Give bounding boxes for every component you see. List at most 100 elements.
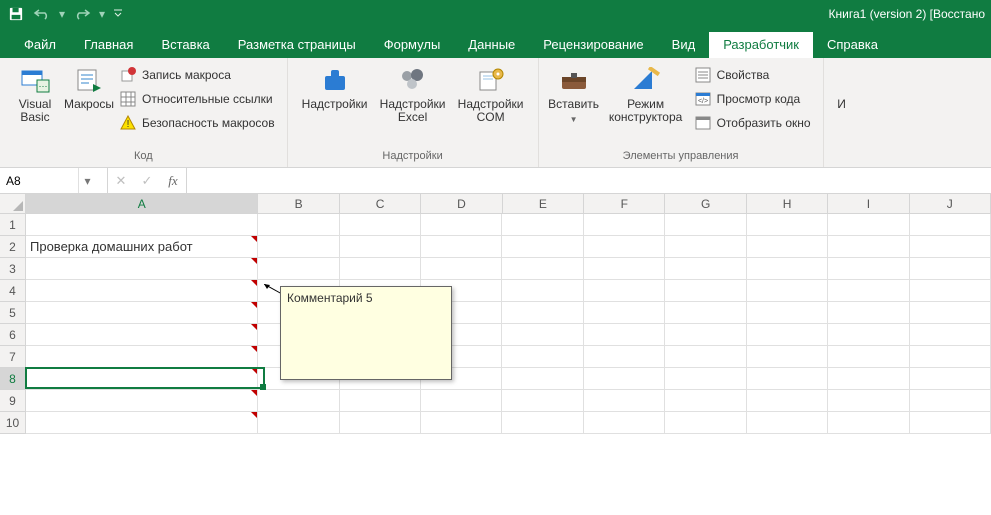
row-header-9[interactable]: 9 (0, 390, 25, 412)
cell[interactable] (747, 236, 828, 258)
row-header-1[interactable]: 1 (0, 214, 25, 236)
cell[interactable] (584, 346, 665, 368)
cell[interactable] (502, 390, 583, 412)
formula-input[interactable] (187, 168, 991, 193)
cell[interactable] (258, 236, 339, 258)
cell-A8[interactable] (26, 368, 258, 390)
col-header-E[interactable]: E (503, 194, 584, 213)
cell[interactable] (584, 302, 665, 324)
cell-A10[interactable] (26, 412, 258, 434)
cell[interactable] (910, 390, 991, 412)
cell[interactable] (747, 346, 828, 368)
cell[interactable] (502, 236, 583, 258)
cell[interactable] (584, 390, 665, 412)
cell[interactable] (502, 302, 583, 324)
macro-security-button[interactable]: ! Безопасность макросов (116, 112, 279, 134)
redo-button[interactable] (70, 3, 94, 25)
cell[interactable] (747, 302, 828, 324)
cell[interactable] (665, 368, 746, 390)
cell[interactable] (828, 302, 909, 324)
excel-addins-button[interactable]: Надстройки Excel (374, 62, 452, 124)
cell[interactable] (747, 390, 828, 412)
cell[interactable] (665, 324, 746, 346)
cell[interactable] (828, 346, 909, 368)
tab-data[interactable]: Данные (454, 32, 529, 58)
worksheet-grid[interactable]: A B C D E F G H I J 1 2 3 4 5 6 7 8 9 10… (0, 194, 991, 515)
comment-box[interactable]: Комментарий 5 (280, 286, 452, 380)
cell[interactable] (584, 412, 665, 434)
cells-area[interactable]: Проверка домашних работ Комментарий 5 (26, 214, 991, 434)
cell[interactable] (665, 236, 746, 258)
cell[interactable] (828, 368, 909, 390)
xml-button-cut[interactable]: И (832, 62, 852, 111)
name-box-input[interactable] (0, 174, 78, 188)
cell[interactable] (340, 390, 421, 412)
tab-pagelayout[interactable]: Разметка страницы (224, 32, 370, 58)
cell[interactable] (828, 280, 909, 302)
row-header-7[interactable]: 7 (0, 346, 25, 368)
save-button[interactable] (4, 3, 28, 25)
cell[interactable] (747, 280, 828, 302)
cell-B1[interactable] (258, 214, 339, 236)
cell[interactable] (828, 412, 909, 434)
cell[interactable] (584, 258, 665, 280)
cell[interactable] (665, 258, 746, 280)
qat-customize[interactable] (110, 3, 126, 25)
cell[interactable] (910, 324, 991, 346)
cell-A7[interactable] (26, 346, 258, 368)
cell[interactable] (828, 258, 909, 280)
cell[interactable] (828, 236, 909, 258)
row-header-5[interactable]: 5 (0, 302, 25, 324)
name-box-dropdown[interactable]: ▾ (78, 168, 96, 193)
cell[interactable] (828, 324, 909, 346)
com-addins-button[interactable]: Надстройки COM (452, 62, 530, 124)
cell[interactable] (584, 236, 665, 258)
cell[interactable] (502, 368, 583, 390)
tab-formulas[interactable]: Формулы (370, 32, 455, 58)
fx-icon[interactable]: fx (160, 173, 186, 189)
cell[interactable] (665, 302, 746, 324)
cell[interactable] (747, 368, 828, 390)
cell-A3[interactable] (26, 258, 258, 280)
row-header-8[interactable]: 8 (0, 368, 25, 390)
col-header-A[interactable]: A (26, 194, 258, 213)
cell-A1[interactable] (26, 214, 258, 236)
cell[interactable] (584, 368, 665, 390)
col-header-G[interactable]: G (665, 194, 746, 213)
record-macro-button[interactable]: Запись макроса (116, 64, 279, 86)
cell[interactable] (910, 346, 991, 368)
cell[interactable] (258, 412, 339, 434)
cell[interactable] (910, 214, 991, 236)
cell[interactable] (502, 346, 583, 368)
col-header-F[interactable]: F (584, 194, 665, 213)
row-header-10[interactable]: 10 (0, 412, 25, 434)
cell[interactable] (747, 324, 828, 346)
cell[interactable] (421, 412, 502, 434)
cell[interactable] (665, 346, 746, 368)
visual-basic-button[interactable]: ⋯ Visual Basic (8, 62, 62, 124)
name-box[interactable]: ▾ (0, 168, 108, 193)
cell[interactable] (910, 236, 991, 258)
cell[interactable] (502, 214, 583, 236)
cell-A4[interactable] (26, 280, 258, 302)
cell[interactable] (584, 280, 665, 302)
row-header-3[interactable]: 3 (0, 258, 25, 280)
col-header-J[interactable]: J (910, 194, 991, 213)
tab-home[interactable]: Главная (70, 32, 147, 58)
cell-A9[interactable] (26, 390, 258, 412)
cell[interactable] (665, 390, 746, 412)
cell[interactable] (665, 412, 746, 434)
insert-control-button[interactable]: Вставить ▼ (547, 62, 601, 126)
tab-help[interactable]: Справка (813, 32, 892, 58)
cell[interactable] (340, 412, 421, 434)
tab-insert[interactable]: Вставка (147, 32, 223, 58)
row-header-2[interactable]: 2 (0, 236, 25, 258)
properties-button[interactable]: Свойства (691, 64, 815, 86)
design-mode-button[interactable]: Режим конструктора (601, 62, 691, 124)
cell[interactable] (421, 390, 502, 412)
cell-A6[interactable] (26, 324, 258, 346)
cell[interactable] (421, 214, 502, 236)
cell[interactable] (421, 258, 502, 280)
cell[interactable] (910, 280, 991, 302)
cell[interactable] (502, 258, 583, 280)
